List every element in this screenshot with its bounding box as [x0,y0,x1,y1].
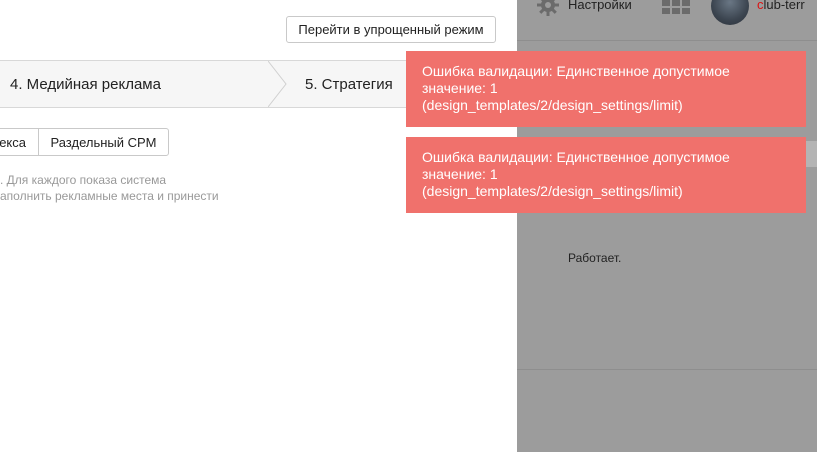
error-message-line: значение: 1 [422,166,498,182]
username-label[interactable]: club-terr [757,0,805,12]
pricing-mode-toggle: екса Раздельный CPM [0,128,169,156]
footer-divider [517,369,817,370]
description-line-1: . Для каждого показа система [0,173,167,187]
simple-mode-button[interactable]: Перейти в упрощенный режим [286,16,496,43]
error-message-line: значение: 1 [422,80,498,96]
step-separator-chevron [268,61,287,107]
strategy-description: . Для каждого показа система аполнить ре… [0,172,219,204]
validation-error-toast[interactable]: Ошибка валидации: Единственное допустимо… [406,51,806,127]
pricing-tab-separate-cpm[interactable]: Раздельный CPM [38,128,169,156]
status-text: Работает. [568,251,622,265]
description-line-2: аполнить рекламные места и принести [0,189,219,203]
validation-error-toast[interactable]: Ошибка валидации: Единственное допустимо… [406,137,806,213]
apps-grid-icon[interactable] [662,0,690,16]
step-strategy[interactable]: 5. Стратегия [305,61,393,107]
error-message-line: Ошибка валидации: Единственное допустимо… [422,149,730,165]
error-message-line: (design_templates/2/design_settings/limi… [422,183,683,199]
error-message-line: (design_templates/2/design_settings/limi… [422,97,683,113]
settings-link[interactable]: Настройки [568,0,632,12]
step-media-ads[interactable]: 4. Медийная реклама [10,61,161,107]
header-divider [517,40,817,41]
side-tab-strip [806,141,817,167]
gear-icon[interactable] [537,0,559,16]
pricing-tab-partial[interactable]: екса [0,128,39,156]
error-message-line: Ошибка валидации: Единственное допустимо… [422,63,730,79]
